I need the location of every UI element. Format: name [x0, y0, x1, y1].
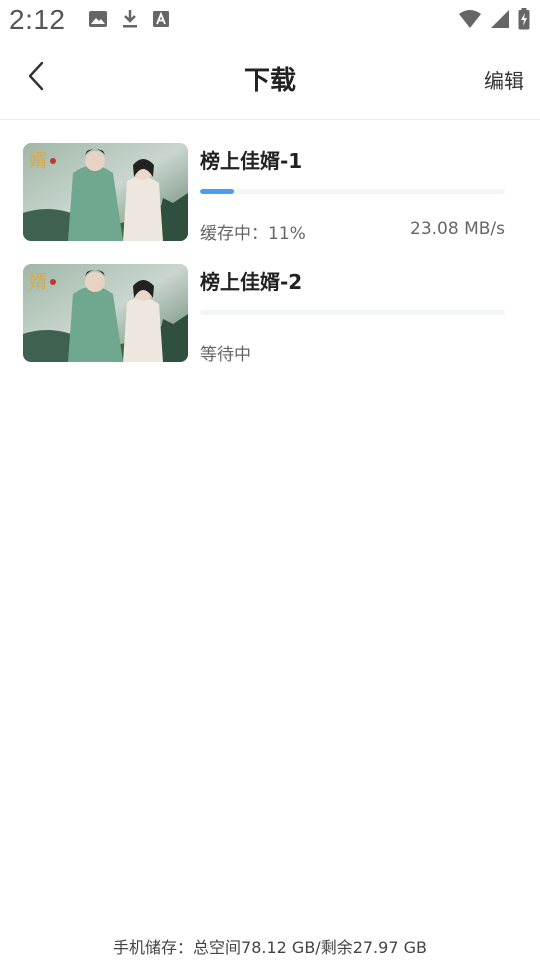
download-icon	[121, 9, 139, 33]
progress-fill	[200, 189, 234, 194]
status-bar: 2:12	[0, 0, 540, 40]
download-speed: 23.08 MB/s	[410, 219, 505, 239]
notification-icons	[88, 9, 170, 33]
download-item[interactable]: 婿 榜上佳婿-2 等待中	[0, 242, 540, 365]
progress-bar	[200, 189, 505, 194]
video-thumbnail: 婿	[23, 143, 188, 241]
wifi-icon	[458, 9, 482, 33]
download-status: 缓存中：11%	[200, 224, 306, 244]
system-icons	[458, 8, 530, 34]
svg-text:婿: 婿	[29, 151, 47, 172]
video-thumbnail: 婿	[23, 264, 188, 362]
download-item[interactable]: 婿 榜上佳婿-1 缓存中：11% 23.08 MB/s	[0, 121, 540, 244]
battery-charging-icon	[518, 8, 530, 34]
download-status: 等待中	[200, 345, 251, 365]
storage-info: 手机储存：总空间78.12 GB/剩余27.97 GB	[113, 938, 427, 957]
download-title: 榜上佳婿-1	[200, 149, 303, 173]
header: 下载 编辑	[0, 40, 540, 120]
cellular-signal-icon	[490, 9, 510, 33]
status-time: 2:12	[9, 4, 66, 35]
download-title: 榜上佳婿-2	[200, 270, 303, 294]
font-icon	[152, 10, 170, 32]
progress-bar	[200, 310, 505, 315]
page-title: 下载	[243, 66, 296, 96]
edit-button[interactable]: 编辑	[484, 65, 524, 94]
svg-text:婿: 婿	[29, 272, 47, 293]
image-icon	[88, 10, 108, 32]
